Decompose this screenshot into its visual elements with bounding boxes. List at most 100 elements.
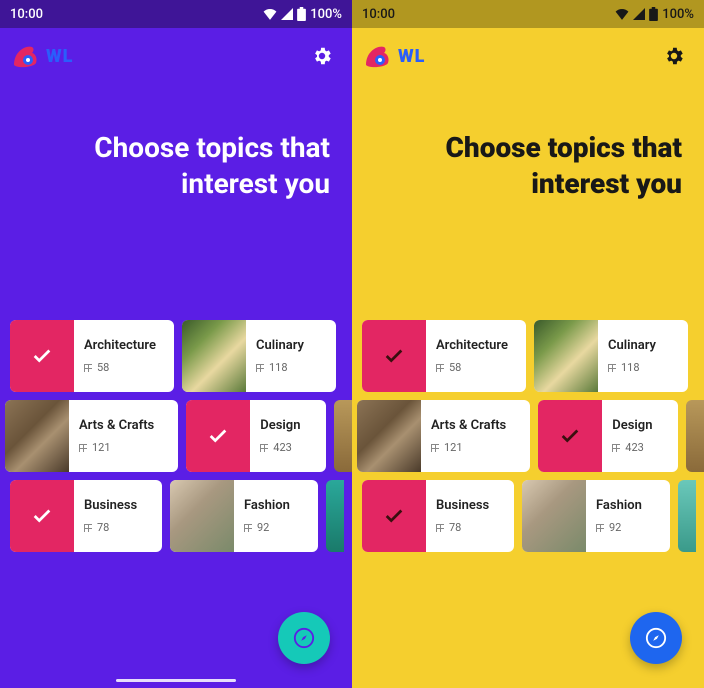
- battery-icon: [649, 7, 658, 21]
- app-header: WL: [352, 28, 704, 84]
- topic-body: Architecture 58: [74, 320, 174, 392]
- topic-chip-edge[interactable]: [326, 480, 344, 552]
- app-header: WL: [0, 28, 352, 84]
- status-bar: 10:00 100%: [352, 0, 704, 28]
- logo-text: WL: [398, 46, 425, 67]
- status-battery: 100%: [310, 7, 342, 22]
- topic-body: Arts & Crafts 121: [421, 400, 530, 472]
- topic-body: Fashion 92: [234, 480, 318, 552]
- topic-chip-edge[interactable]: [686, 400, 704, 472]
- explore-fab[interactable]: [278, 612, 330, 664]
- topic-body: Arts & Crafts 121: [69, 400, 178, 472]
- screens-container: 10:00 100% WL Choose topics that interes…: [0, 0, 704, 688]
- topic-name: Fashion: [244, 498, 308, 513]
- topic-count: 78: [436, 521, 504, 534]
- topic-name: Design: [260, 418, 316, 433]
- topic-chip-edge[interactable]: [334, 400, 352, 472]
- check-icon: [559, 425, 581, 447]
- topic-body: Fashion 92: [586, 480, 670, 552]
- topic-name: Business: [436, 498, 504, 513]
- status-icons: 100%: [615, 7, 694, 22]
- status-time: 10:00: [362, 7, 395, 22]
- explore-icon: [645, 627, 667, 649]
- hash-icon: [79, 444, 87, 452]
- topic-chip-arts-crafts[interactable]: Arts & Crafts 121: [357, 400, 530, 472]
- topic-chip-design[interactable]: Design 423: [538, 400, 678, 472]
- topic-row: Business 78 Fashion 92: [362, 480, 704, 552]
- topic-body: Architecture 58: [426, 320, 526, 392]
- topic-thumb: [538, 400, 602, 472]
- topic-chip-fashion[interactable]: Fashion 92: [170, 480, 318, 552]
- topic-thumb: [522, 480, 586, 552]
- status-time: 10:00: [10, 7, 43, 22]
- topic-chip-business[interactable]: Business 78: [10, 480, 162, 552]
- topic-row: Business 78 Fashion 92: [10, 480, 352, 552]
- topic-body: Business 78: [74, 480, 162, 552]
- topic-row: Architecture 58 Culinary 118: [362, 320, 704, 392]
- topic-name: Architecture: [436, 338, 516, 353]
- topic-body: Culinary 118: [598, 320, 688, 392]
- topic-chip-culinary[interactable]: Culinary 118: [182, 320, 336, 392]
- topic-chip-design[interactable]: Design 423: [186, 400, 326, 472]
- settings-button[interactable]: [310, 44, 334, 68]
- topic-count: 423: [612, 441, 668, 454]
- topic-name: Arts & Crafts: [79, 418, 168, 433]
- topic-count: 121: [79, 441, 168, 454]
- explore-fab[interactable]: [630, 612, 682, 664]
- topics-grid: Architecture 58 Culinary 118 Arts &: [352, 320, 704, 560]
- topic-count: 58: [84, 361, 164, 374]
- logo-mark-icon: [12, 43, 42, 69]
- topic-chip-edge[interactable]: [678, 480, 696, 552]
- topic-count: 58: [436, 361, 516, 374]
- topic-count: 92: [244, 521, 308, 534]
- logo-mark-icon: [364, 43, 394, 69]
- topic-count: 118: [608, 361, 678, 374]
- topic-chip-culinary[interactable]: Culinary 118: [534, 320, 688, 392]
- topic-name: Arts & Crafts: [431, 418, 520, 433]
- signal-icon: [633, 8, 645, 20]
- topic-name: Architecture: [84, 338, 164, 353]
- hash-icon: [431, 444, 439, 452]
- topic-count: 423: [260, 441, 316, 454]
- topic-thumb: [182, 320, 246, 392]
- topics-grid: Architecture 58 Culinary 118 Arts &: [0, 320, 352, 560]
- hash-icon: [260, 444, 268, 452]
- status-bar: 10:00 100%: [0, 0, 352, 28]
- topic-name: Culinary: [608, 338, 678, 353]
- topic-count: 118: [256, 361, 326, 374]
- topic-chip-business[interactable]: Business 78: [362, 480, 514, 552]
- status-battery: 100%: [662, 7, 694, 22]
- topic-count: 78: [84, 521, 152, 534]
- topic-name: Fashion: [596, 498, 660, 513]
- gear-icon: [663, 45, 685, 67]
- topic-thumb: [362, 320, 426, 392]
- wifi-icon: [615, 8, 629, 20]
- screen-purple: 10:00 100% WL Choose topics that interes…: [0, 0, 352, 688]
- status-icons: 100%: [263, 7, 342, 22]
- hash-icon: [84, 364, 92, 372]
- hash-icon: [596, 524, 604, 532]
- logo-text: WL: [46, 46, 73, 67]
- topic-name: Culinary: [256, 338, 326, 353]
- hash-icon: [244, 524, 252, 532]
- topic-thumb: [534, 320, 598, 392]
- topic-body: Culinary 118: [246, 320, 336, 392]
- check-icon: [31, 345, 53, 367]
- settings-button[interactable]: [662, 44, 686, 68]
- topic-thumb: [10, 320, 74, 392]
- wifi-icon: [263, 8, 277, 20]
- topic-row: Arts & Crafts 121 Design 423: [357, 400, 704, 472]
- hash-icon: [608, 364, 616, 372]
- topic-body: Design 423: [250, 400, 326, 472]
- hash-icon: [612, 444, 620, 452]
- topic-name: Design: [612, 418, 668, 433]
- topic-chip-arts-crafts[interactable]: Arts & Crafts 121: [5, 400, 178, 472]
- page-title: Choose topics that interest you: [352, 84, 704, 203]
- nav-indicator: [116, 679, 236, 682]
- logo: WL: [12, 43, 73, 69]
- topic-thumb: [170, 480, 234, 552]
- topic-chip-fashion[interactable]: Fashion 92: [522, 480, 670, 552]
- topic-chip-architecture[interactable]: Architecture 58: [362, 320, 526, 392]
- screen-yellow: 10:00 100% WL Choose topics that interes…: [352, 0, 704, 688]
- topic-chip-architecture[interactable]: Architecture 58: [10, 320, 174, 392]
